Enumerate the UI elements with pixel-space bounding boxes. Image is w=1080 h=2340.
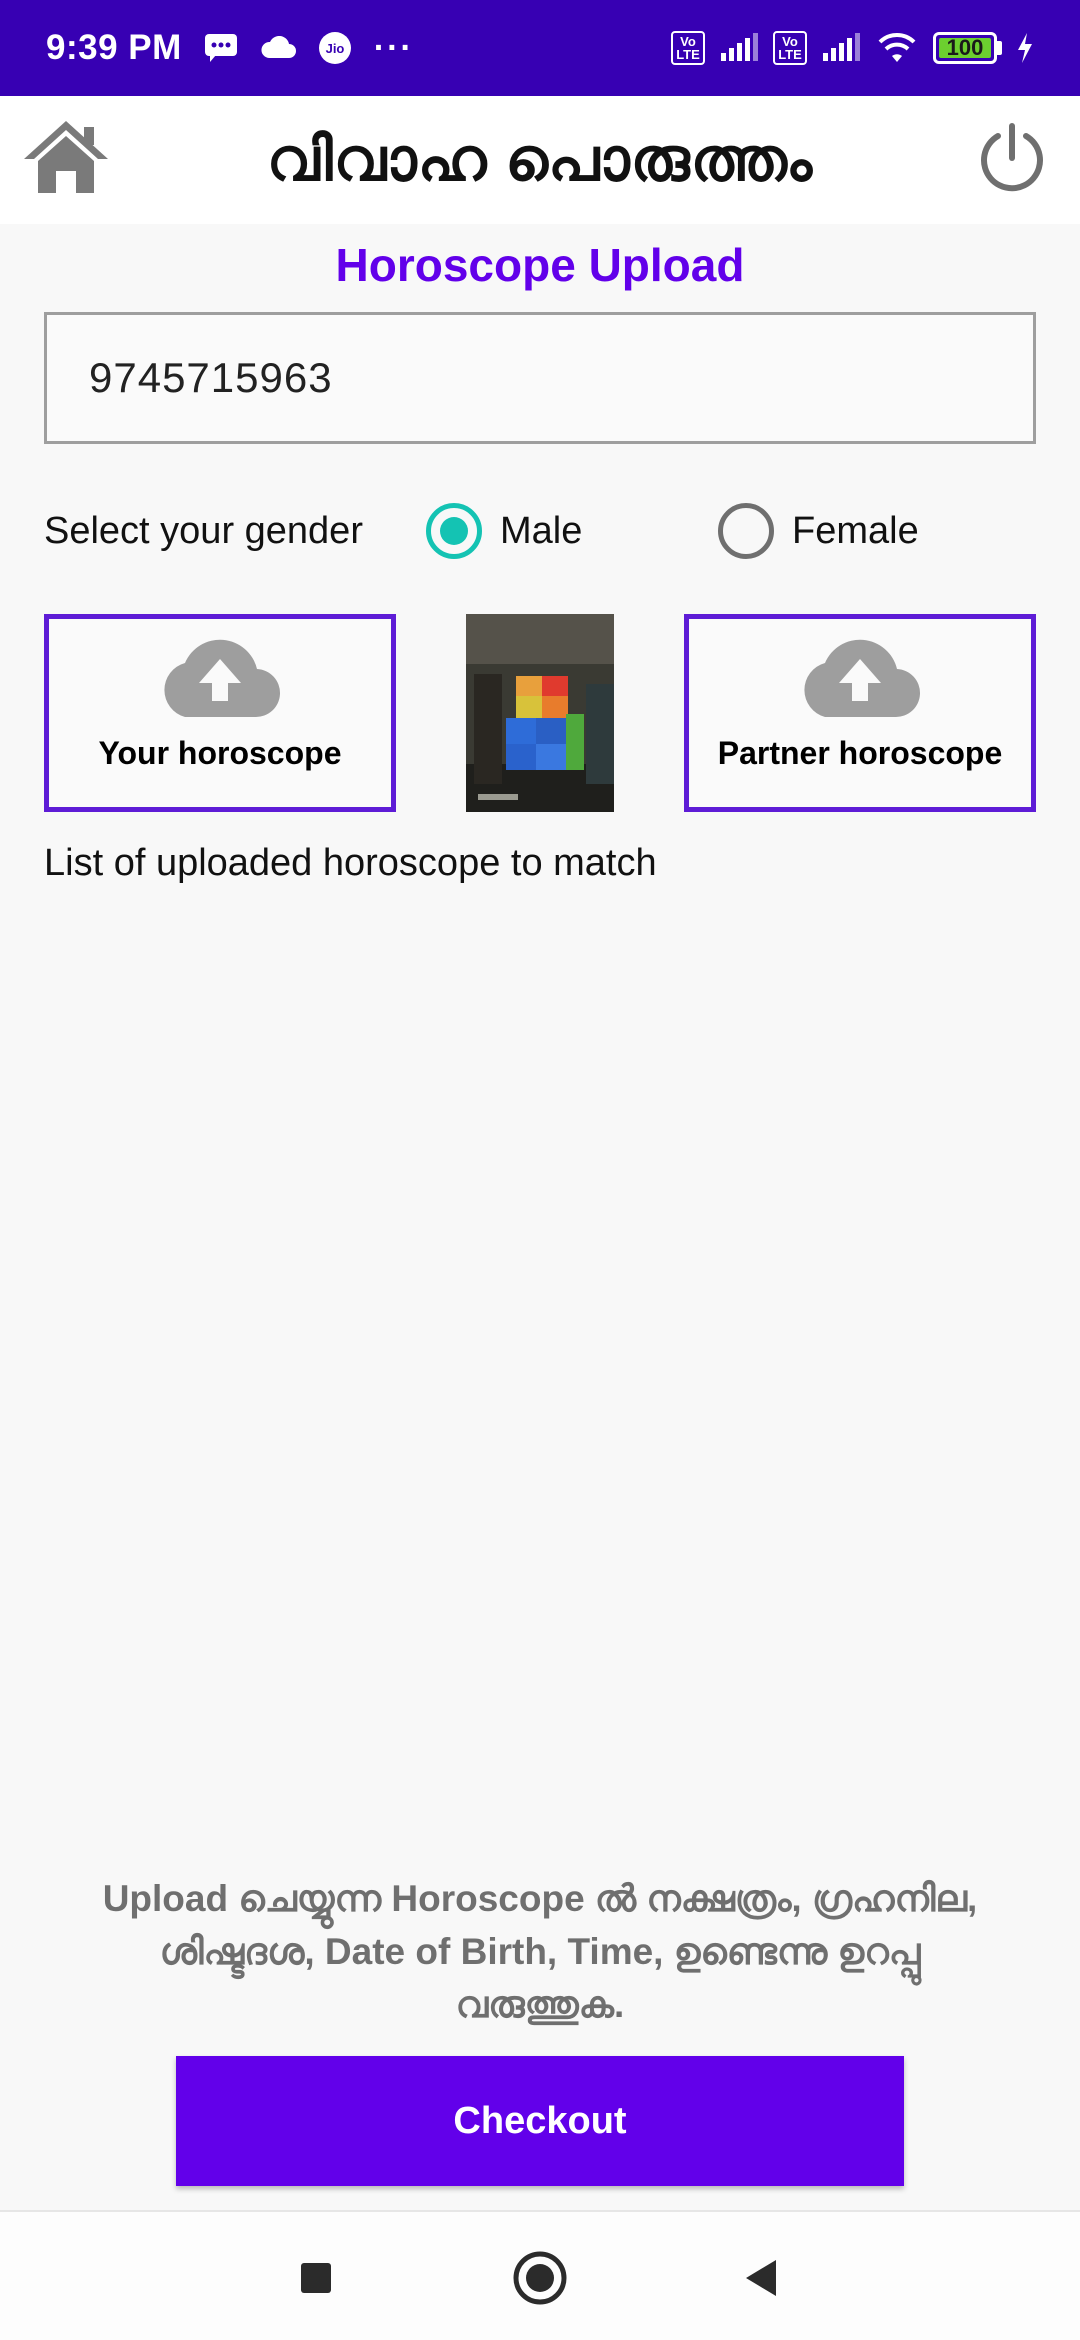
phone-number-field[interactable]: 9745715963: [44, 312, 1036, 444]
recent-apps-button[interactable]: [278, 2240, 354, 2316]
back-button[interactable]: [724, 2240, 800, 2316]
back-triangle-icon: [746, 2260, 776, 2296]
home-button[interactable]: [20, 116, 112, 198]
message-icon: [204, 33, 238, 63]
gender-label: Select your gender: [44, 509, 363, 552]
charging-icon: [1016, 33, 1034, 63]
signal-icon-2: [821, 33, 861, 63]
jio-icon: Jio: [318, 31, 352, 65]
gender-option-label: Female: [792, 509, 919, 552]
jio-label: Jio: [325, 41, 344, 56]
power-button[interactable]: [974, 120, 1050, 196]
radio-checked-icon[interactable]: [426, 503, 482, 559]
gender-option-male[interactable]: Male: [426, 503, 718, 559]
cloud-upload-icon: [164, 639, 281, 718]
partner-horoscope-upload-button[interactable]: Partner horoscope: [684, 614, 1036, 812]
volte-badge-1: Vo LTE: [671, 31, 705, 65]
your-horoscope-upload-button[interactable]: Your horoscope: [44, 614, 396, 812]
battery-level: 100: [946, 35, 984, 60]
cloud-upload-icon: [804, 639, 921, 718]
square-icon: [301, 2263, 331, 2293]
checkout-button[interactable]: Checkout: [176, 2056, 904, 2186]
gender-selector: Select your gender Male Female: [44, 496, 1036, 566]
wifi-icon: [875, 32, 919, 64]
status-right: Vo LTE Vo LTE 100: [671, 31, 1034, 65]
app-bar: വിവാഹ പൊരുത്തം: [0, 96, 1080, 224]
signal-icon-1: [719, 33, 759, 63]
gender-option-label: Male: [500, 509, 583, 552]
section-title: Horoscope Upload: [335, 239, 745, 291]
circle-icon: [513, 2251, 567, 2305]
battery-icon: 100: [933, 32, 1002, 64]
power-icon: [981, 123, 1043, 192]
partner-horoscope-label: Partner horoscope: [717, 735, 1003, 771]
gender-option-female[interactable]: Female: [718, 503, 919, 559]
app-title: വിവാഹ പൊരുത്തം: [266, 126, 814, 193]
system-navigation-bar: [0, 2212, 1080, 2340]
status-time: 9:39 PM: [46, 28, 182, 67]
cloud-icon: [260, 36, 296, 60]
home-icon: [24, 121, 108, 193]
status-bar: 9:39 PM Jio ··· Vo LTE Vo LTE 100: [0, 0, 1080, 96]
rubiks-cube-photo: [466, 614, 614, 812]
radio-unchecked-icon[interactable]: [718, 503, 774, 559]
upload-instructions-note: Upload ചെയ്യുന്ന Horoscope ൽ നക്ഷത്രം, ഗ…: [102, 1878, 978, 2025]
home-nav-button[interactable]: [502, 2240, 578, 2316]
status-left: 9:39 PM Jio ···: [46, 28, 414, 68]
horoscope-thumbnail-image[interactable]: [466, 614, 614, 812]
your-horoscope-label: Your horoscope: [98, 735, 342, 771]
uploaded-list-caption: List of uploaded horoscope to match: [44, 842, 657, 884]
more-notifications: ···: [373, 28, 414, 67]
volte-badge-2: Vo LTE: [773, 31, 807, 65]
